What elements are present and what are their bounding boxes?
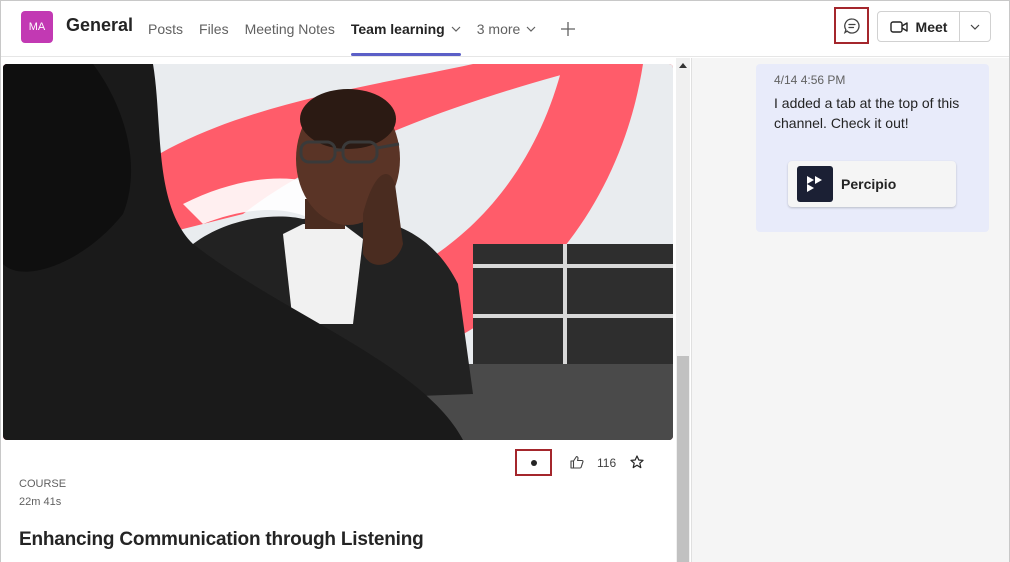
- chevron-down-icon: [526, 24, 536, 35]
- tab-files[interactable]: Files: [199, 1, 229, 57]
- meet-label: Meet: [915, 18, 948, 35]
- team-avatar[interactable]: MA: [21, 11, 53, 43]
- comment-icon: [530, 459, 537, 466]
- conversation-panel: 4/14 4:56 PM I added a tab at the top of…: [691, 58, 1009, 562]
- tab-posts[interactable]: Posts: [148, 1, 183, 57]
- chat-icon: [843, 17, 860, 34]
- chat-message: 4/14 4:56 PM I added a tab at the top of…: [756, 64, 989, 232]
- tab-content: 116 COURSE 22m 41s Enhancing Communicati…: [1, 58, 691, 562]
- tab-more[interactable]: 3 more: [477, 1, 537, 57]
- tab-label: Files: [199, 21, 229, 37]
- star-icon[interactable]: [630, 455, 644, 474]
- course-thumbnail-art: [3, 64, 673, 440]
- channel-header: MA General Posts Files Meeting Notes Tea…: [1, 1, 1009, 57]
- tab-label: Posts: [148, 21, 184, 37]
- thumbs-up-icon[interactable]: [570, 455, 584, 474]
- vertical-scrollbar[interactable]: [676, 58, 690, 562]
- card-actions: 116: [1, 448, 671, 478]
- video-camera-icon: [889, 20, 908, 33]
- course-title[interactable]: Enhancing Communication through Listenin…: [19, 529, 424, 551]
- app-name: Percipio: [841, 176, 897, 192]
- add-tab-button[interactable]: [560, 1, 576, 57]
- percipio-logo-icon: [797, 166, 833, 202]
- course-thumbnail[interactable]: [3, 64, 673, 440]
- app-card-percipio[interactable]: Percipio: [788, 161, 956, 207]
- content-type-label: COURSE: [19, 478, 67, 490]
- chevron-down-icon: [451, 24, 461, 35]
- chevron-down-icon: [970, 24, 980, 30]
- tab-meeting-notes[interactable]: Meeting Notes: [245, 1, 335, 57]
- message-timestamp: 4/14 4:56 PM: [774, 73, 846, 87]
- tab-label: 3 more: [476, 21, 521, 37]
- scroll-up-arrow-icon[interactable]: [678, 60, 688, 72]
- meet-dropdown-button[interactable]: [960, 24, 990, 30]
- message-text: I added a tab at the top of this channel…: [774, 95, 960, 131]
- tab-bar: Posts Files Meeting Notes Team learning …: [148, 1, 576, 57]
- scrollbar-thumb[interactable]: [677, 356, 689, 562]
- tab-team-learning[interactable]: Team learning: [350, 1, 461, 57]
- like-count: 116: [597, 456, 617, 470]
- course-duration: 22m 41s: [19, 496, 62, 508]
- channel-title: General: [66, 15, 134, 35]
- meet-button[interactable]: Meet: [878, 12, 960, 41]
- comment-button[interactable]: [515, 449, 552, 476]
- conversation-button[interactable]: [834, 7, 869, 44]
- meet-button-group: Meet: [877, 11, 991, 42]
- tab-label: Meeting Notes: [244, 21, 335, 37]
- tab-label: Team learning: [350, 21, 445, 37]
- plus-icon: [561, 22, 576, 36]
